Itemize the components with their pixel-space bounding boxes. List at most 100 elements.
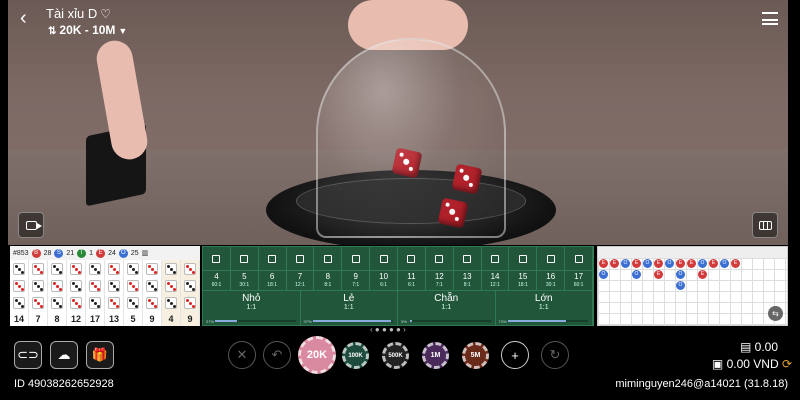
road-bead: O <box>643 259 652 268</box>
main-bet-bar-fill <box>215 320 237 322</box>
total-odds: 7:1 <box>435 282 443 288</box>
combo-bet[interactable] <box>482 247 510 270</box>
main-bet-percent: 27% <box>206 319 215 324</box>
total-number: 17 <box>574 272 584 281</box>
history-column: 5 <box>124 260 143 326</box>
total-bet-6[interactable]: 6 18:1 <box>259 271 287 290</box>
dice-face-icon <box>574 254 583 263</box>
total-bet-13[interactable]: 13 8:1 <box>454 271 482 290</box>
total-bet-11[interactable]: 11 6:1 <box>398 271 426 290</box>
total-odds: 12:1 <box>490 282 500 288</box>
heart-icon[interactable]: ♡ <box>100 7 111 21</box>
gift-button[interactable]: 🎁 <box>86 341 114 369</box>
bet-limit-selector[interactable]: ⇅ 20K - 10M ▼ <box>48 23 127 37</box>
road-bead: O <box>720 259 729 268</box>
total-odds: 18:1 <box>518 282 528 288</box>
combo-bet[interactable] <box>287 247 315 270</box>
camera-icon <box>25 220 42 230</box>
cloud-icon: ☁ <box>57 347 71 362</box>
camera-button[interactable] <box>18 212 44 238</box>
total-number: 10 <box>379 272 389 281</box>
main-bet-name: Nhỏ <box>242 293 261 304</box>
menu-icon[interactable] <box>762 12 778 25</box>
balance: ▣ 0.00 VND ⟳ <box>712 357 792 371</box>
combo-bet[interactable] <box>370 247 399 270</box>
swap-road-icon[interactable]: ⇆ <box>768 306 783 321</box>
chat-button[interactable]: ☁ <box>50 341 78 369</box>
balance-value: 0.00 VND <box>726 357 779 371</box>
combo-bet[interactable] <box>454 247 482 270</box>
undo-button[interactable]: ↶ <box>263 341 291 369</box>
back-button[interactable]: ‹ <box>20 8 27 28</box>
chip-500k[interactable]: 500K <box>382 342 409 369</box>
total-bet-16[interactable]: 16 30:1 <box>537 271 566 290</box>
total-bet-4[interactable]: 4 60:1 <box>203 271 231 290</box>
combo-bet[interactable] <box>509 247 538 270</box>
history-die <box>32 263 44 275</box>
history-die <box>108 263 120 275</box>
main-bet-name: Chẵn <box>434 293 459 304</box>
repeat-button[interactable]: ↻ <box>541 341 569 369</box>
total-odds: 30:1 <box>545 282 556 288</box>
chip-5m[interactable]: 5M <box>462 342 489 369</box>
combo-bet[interactable] <box>259 247 287 270</box>
total-bet-14[interactable]: 14 12:1 <box>482 271 510 290</box>
main-bet[interactable]: Nhỏ 1:1 27% <box>203 291 301 325</box>
history-sum: 9 <box>149 314 155 324</box>
total-bet-10[interactable]: 10 6:1 <box>370 271 399 290</box>
chip-1m[interactable]: 1M <box>422 342 449 369</box>
total-bet-9[interactable]: 9 7:1 <box>342 271 371 290</box>
total-bet-15[interactable]: 15 18:1 <box>509 271 538 290</box>
history-stats: #853 B 28 S 21 T1 E 24 O 25 ▥ <box>10 246 200 260</box>
main-bet[interactable]: Lớn 1:1 73% <box>496 291 593 325</box>
refresh-icon[interactable]: ⟳ <box>779 357 792 371</box>
combo-bet[interactable] <box>314 247 343 270</box>
result-history: #853 B 28 S 21 T1 E 24 O 25 ▥ 14 7 8 12 17 13 5 9 4 9 <box>10 246 200 326</box>
dice-face-icon <box>491 254 500 263</box>
chip-500k-label: 500K <box>388 352 403 359</box>
history-die <box>89 263 101 275</box>
combo-bet[interactable] <box>203 247 231 270</box>
road-bead: E <box>610 259 619 268</box>
total-number: 6 <box>269 272 275 281</box>
total-bet-8[interactable]: 8 8:1 <box>314 271 343 290</box>
total-bets: 4 60:1 5 30:1 6 18:1 7 12:1 8 8:1 9 7:1 10 6:1 11 6:1 12… <box>203 271 594 291</box>
board-pager[interactable]: ‹ ● ● ● ● › <box>370 325 406 334</box>
chip-100k[interactable]: 100K <box>342 342 369 369</box>
total-bet-5[interactable]: 5 30:1 <box>231 271 259 290</box>
road-bead: O <box>632 270 641 279</box>
road-bead: E <box>709 259 718 268</box>
combo-bet[interactable] <box>537 247 566 270</box>
history-die <box>32 297 44 309</box>
combo-bet[interactable] <box>565 247 594 270</box>
link-button[interactable]: ⊂⊃ <box>14 341 42 369</box>
plus-icon: + <box>511 347 519 363</box>
combo-bet[interactable] <box>398 247 426 270</box>
road-bead: E <box>676 259 685 268</box>
total-number: 4 <box>214 272 219 281</box>
grid-icon <box>758 220 772 230</box>
main-bet[interactable]: Lẻ 1:1 97% <box>301 291 398 325</box>
main-bet[interactable]: Chẵn 1:1 3% <box>398 291 496 325</box>
undo-icon: ↶ <box>271 347 283 362</box>
total-bet-12[interactable]: 12 7:1 <box>426 271 454 290</box>
dice-face-icon <box>407 254 416 263</box>
add-chip-button[interactable]: + <box>501 341 529 369</box>
chip-100k-label: 100K <box>348 352 363 359</box>
stats-icon[interactable]: ▥ <box>142 249 149 257</box>
main-bet-name: Lớn <box>534 293 553 304</box>
total-bet-17[interactable]: 17 60:1 <box>565 271 594 290</box>
clear-bet-button[interactable]: ✕ <box>228 341 256 369</box>
combo-bet[interactable] <box>231 247 259 270</box>
triple-badge-icon: T <box>77 248 87 258</box>
road-bead: E <box>654 259 663 268</box>
total-number: 15 <box>518 272 528 281</box>
bead-road: EOEOEOOEEOEOOEOEEOE ⇆ <box>597 246 788 326</box>
history-sum: 13 <box>108 314 119 324</box>
big-badge-icon: B <box>31 248 41 258</box>
combo-bet[interactable] <box>426 247 454 270</box>
chip-20k[interactable]: 20K <box>298 336 336 374</box>
total-bet-7[interactable]: 7 12:1 <box>287 271 315 290</box>
combo-bet[interactable] <box>342 247 371 270</box>
layout-button[interactable] <box>752 212 778 238</box>
